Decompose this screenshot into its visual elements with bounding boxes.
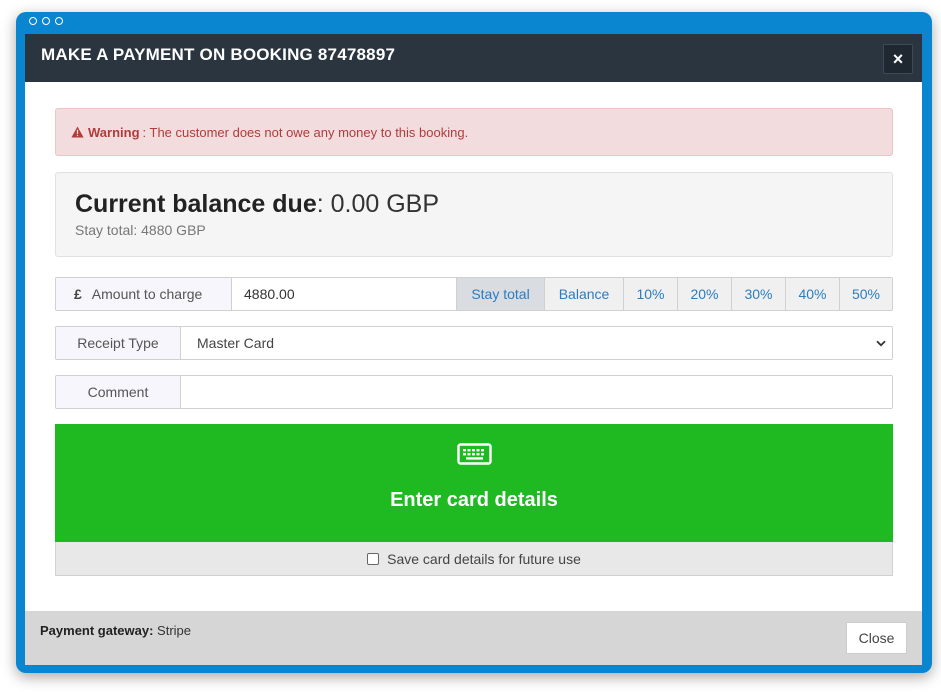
percent-40-button[interactable]: 40% bbox=[786, 278, 840, 310]
window-dot-maximize[interactable] bbox=[55, 17, 63, 25]
modal-footer: Payment gateway: Stripe Close bbox=[25, 611, 922, 665]
keyboard-icon bbox=[457, 443, 492, 465]
balance-heading: Current balance due: 0.00 GBP bbox=[75, 190, 892, 219]
warning-triangle-icon bbox=[71, 126, 84, 138]
receipt-row: Receipt Type Master Card bbox=[55, 326, 893, 360]
percent-10-button[interactable]: 10% bbox=[624, 278, 678, 310]
app-window: MAKE A PAYMENT ON BOOKING 87478897 × War… bbox=[16, 12, 932, 673]
percent-30-button[interactable]: 30% bbox=[732, 278, 786, 310]
comment-row: Comment bbox=[55, 375, 893, 409]
balance-label: Current balance due bbox=[75, 190, 317, 218]
receipt-type-value: Master Card bbox=[197, 335, 275, 351]
amount-row: £ Amount to charge Stay total Balance 10… bbox=[55, 277, 893, 311]
balance-value: : 0.00 GBP bbox=[316, 190, 440, 218]
modal-title: MAKE A PAYMENT ON BOOKING 87478897 bbox=[41, 45, 396, 64]
window-dot-minimize[interactable] bbox=[42, 17, 50, 25]
window-controls bbox=[29, 17, 63, 25]
save-card-label[interactable]: Save card details for future use bbox=[387, 551, 581, 567]
close-icon[interactable]: × bbox=[883, 44, 913, 74]
warning-label: Warning bbox=[88, 124, 140, 140]
percent-20-button[interactable]: 20% bbox=[678, 278, 732, 310]
pound-icon: £ bbox=[74, 286, 82, 302]
stay-total-text: Stay total: 4880 GBP bbox=[75, 222, 206, 238]
amount-addon: £ Amount to charge bbox=[56, 278, 232, 310]
balance-panel: Current balance due: 0.00 GBP Stay total… bbox=[55, 172, 893, 257]
close-button[interactable]: Close bbox=[846, 622, 907, 654]
enter-card-details-button[interactable]: Enter card details bbox=[55, 424, 893, 542]
payment-gateway-text: Payment gateway: Stripe bbox=[40, 623, 191, 638]
chevron-down-icon bbox=[876, 340, 886, 346]
payment-modal: MAKE A PAYMENT ON BOOKING 87478897 × War… bbox=[25, 34, 922, 665]
modal-body: Warning: The customer does not owe any m… bbox=[55, 108, 893, 576]
receipt-type-label: Receipt Type bbox=[56, 327, 181, 359]
warning-alert: Warning: The customer does not owe any m… bbox=[55, 108, 893, 156]
comment-input[interactable] bbox=[181, 376, 892, 408]
stay-total-button[interactable]: Stay total bbox=[457, 278, 545, 310]
save-card-bar: Save card details for future use bbox=[55, 542, 893, 576]
window-dot-close[interactable] bbox=[29, 17, 37, 25]
modal-header: MAKE A PAYMENT ON BOOKING 87478897 × bbox=[25, 34, 922, 82]
card-button-label: Enter card details bbox=[390, 489, 558, 511]
receipt-type-select[interactable]: Master Card bbox=[181, 327, 892, 359]
percent-50-button[interactable]: 50% bbox=[840, 278, 892, 310]
gateway-value: Stripe bbox=[153, 623, 192, 638]
balance-button[interactable]: Balance bbox=[545, 278, 624, 310]
save-card-checkbox[interactable] bbox=[367, 552, 380, 565]
amount-label: Amount to charge bbox=[91, 286, 203, 302]
comment-label: Comment bbox=[56, 376, 181, 408]
warning-message: : The customer does not owe any money to… bbox=[142, 124, 469, 140]
gateway-label: Payment gateway: bbox=[40, 623, 154, 638]
amount-input[interactable] bbox=[232, 278, 457, 310]
